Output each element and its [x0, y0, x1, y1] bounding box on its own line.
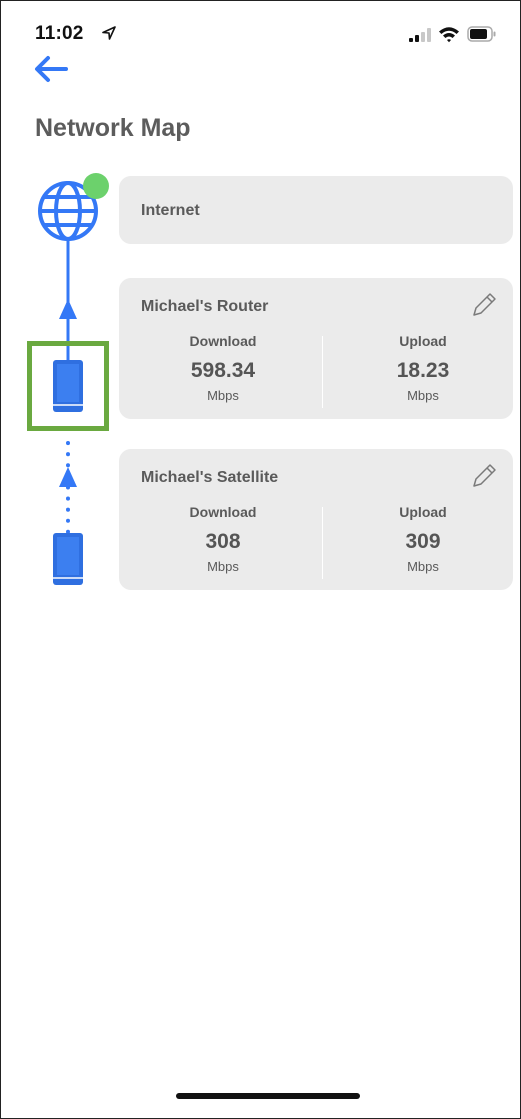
pencil-icon[interactable] — [469, 290, 499, 320]
router-name: Michael's Router — [141, 298, 269, 315]
battery-icon — [467, 26, 496, 42]
download-label: Download — [189, 504, 257, 520]
upload-value: 18.23 — [396, 359, 450, 382]
internet-card[interactable]: Internet — [119, 176, 513, 244]
upload-label: Upload — [399, 504, 447, 520]
upload-unit: Mbps — [407, 388, 439, 403]
download-label: Download — [189, 333, 257, 349]
upload-value: 309 — [405, 530, 441, 553]
signal-icon — [409, 28, 431, 42]
satellite-name: Michael's Satellite — [141, 469, 279, 486]
upload-label: Upload — [399, 333, 447, 349]
upload-unit: Mbps — [407, 559, 439, 574]
wifi-icon — [439, 27, 459, 43]
pencil-icon[interactable] — [469, 461, 499, 491]
wireless-connector — [59, 441, 77, 535]
download-unit: Mbps — [207, 388, 239, 403]
download-unit: Mbps — [207, 559, 239, 574]
phone-screen: 11:02 Network Map Internet Michael's Rou… — [0, 0, 521, 1119]
home-indicator[interactable] — [176, 1093, 360, 1099]
internet-label: Internet — [141, 202, 200, 219]
download-value: 308 — [205, 530, 241, 553]
satellite-icon — [53, 533, 83, 585]
topology-rail — [38, 173, 109, 585]
satellite-card[interactable]: Michael's Satellite Download 308 Mbps Up… — [119, 449, 513, 590]
router-card[interactable]: Michael's Router Download 598.34 Mbps Up… — [119, 278, 513, 419]
router-highlight-box — [27, 341, 109, 431]
online-status-dot — [83, 173, 109, 199]
download-value: 598.34 — [190, 359, 256, 382]
